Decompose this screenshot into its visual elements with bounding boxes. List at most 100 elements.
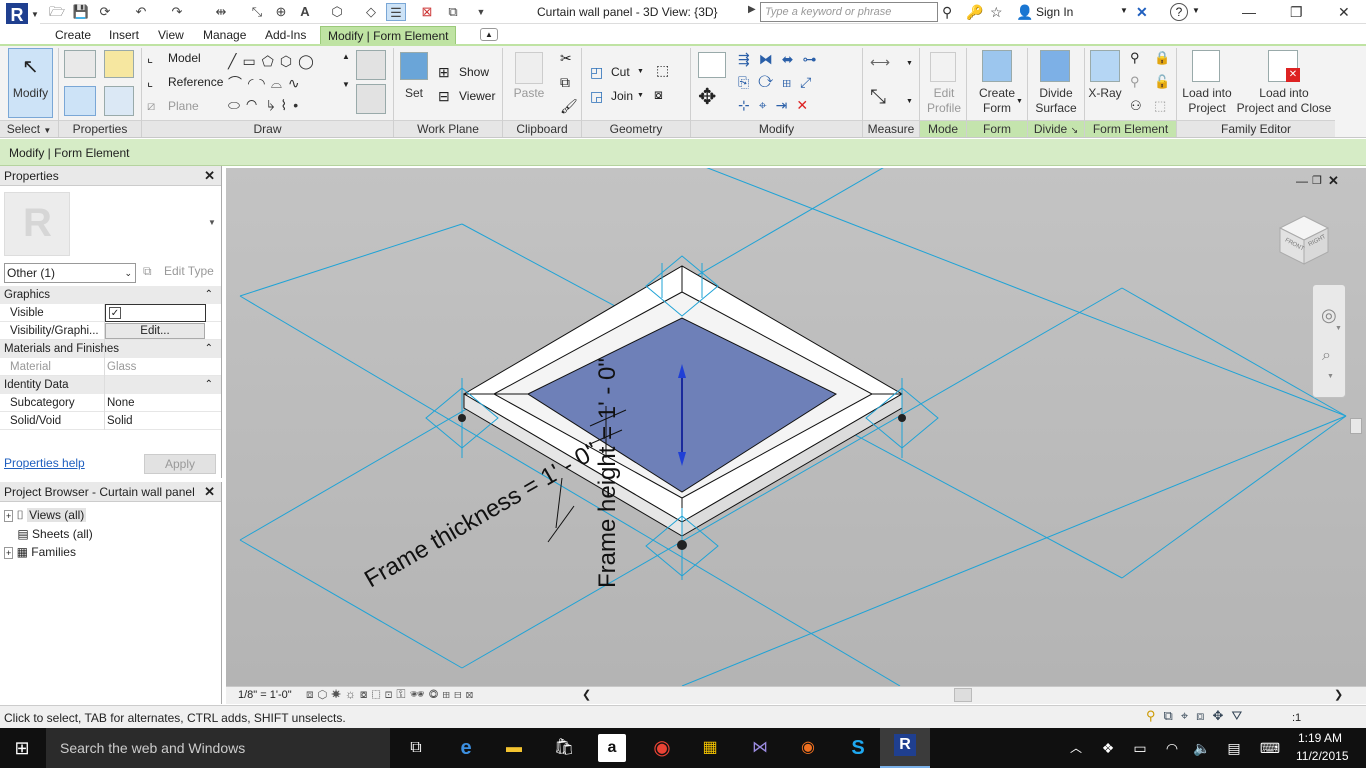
- ribbon-minimize-icon[interactable]: ▲: [480, 28, 498, 41]
- join-geometry-icon[interactable]: ◲: [590, 88, 603, 105]
- xray-button[interactable]: X-Ray: [1086, 86, 1124, 101]
- move-icon[interactable]: ✥: [698, 84, 716, 110]
- skype-icon[interactable]: S: [844, 734, 872, 762]
- chevron-down-icon[interactable]: ▼: [906, 98, 913, 105]
- customize-qat-icon[interactable]: ▼: [474, 3, 488, 21]
- amazon-icon[interactable]: a: [598, 734, 626, 762]
- horizontal-scrollbar-thumb[interactable]: [954, 688, 972, 702]
- help-icon[interactable]: ?: [1170, 3, 1188, 21]
- exchange-apps-icon[interactable]: ✕: [1136, 3, 1148, 21]
- draw-model-button[interactable]: Model: [168, 51, 201, 65]
- visual-studio-icon[interactable]: ⋈: [746, 734, 774, 762]
- undo-icon[interactable]: ↶: [132, 3, 150, 21]
- 3d-view-icon[interactable]: ⬡: [328, 3, 346, 21]
- wifi-icon[interactable]: ◠: [1158, 734, 1186, 762]
- revit-taskbar-button[interactable]: R: [880, 728, 930, 768]
- set-button[interactable]: Set: [398, 86, 430, 101]
- thin-lines-icon[interactable]: ☰: [386, 3, 406, 21]
- aligned-dimension-icon[interactable]: ⤡: [870, 86, 886, 109]
- chrome-icon[interactable]: ◉: [648, 734, 676, 762]
- family-category-icon[interactable]: [104, 86, 134, 116]
- 3d-viewport[interactable]: Frame thickness = 1' - 0" Frame height =…: [226, 168, 1366, 686]
- redo-icon[interactable]: ↷: [168, 3, 186, 21]
- clock-date[interactable]: 11/2/2015: [1296, 749, 1349, 763]
- add-edge-icon[interactable]: ⚲: [1130, 50, 1140, 66]
- divide-surface-label-2[interactable]: Surface: [1030, 101, 1082, 116]
- gallery-down-icon[interactable]: ▼: [342, 80, 350, 89]
- favorites-star-icon[interactable]: ☆: [990, 3, 1003, 21]
- keyboard-icon[interactable]: ⌨: [1256, 734, 1284, 762]
- load-into-project-label-1[interactable]: Load into: [1180, 86, 1234, 101]
- action-center-icon[interactable]: ▤: [1220, 734, 1248, 762]
- viewcube[interactable]: FRONT RIGHT: [1278, 212, 1330, 266]
- zoom-icon[interactable]: ⌕: [1322, 347, 1331, 365]
- view-controls[interactable]: ⧈⬡☀☼⧇⬚⊡⚿🕶◎⊞⊟⊠: [306, 687, 477, 702]
- chevron-down-icon[interactable]: ▼: [1335, 325, 1342, 332]
- close-icon[interactable]: ✕: [1338, 3, 1350, 21]
- match-properties-icon[interactable]: 🖌: [560, 98, 578, 115]
- lock-profile-icon[interactable]: 🔒: [1154, 50, 1170, 66]
- select-panel-label[interactable]: Select ▼: [0, 120, 58, 137]
- join-geometry-button[interactable]: Join: [611, 89, 633, 103]
- tag-icon[interactable]: ⊕: [272, 3, 290, 21]
- modify-button[interactable]: ↖ Modify: [8, 48, 53, 118]
- cut-geometry-icon[interactable]: ◰: [590, 64, 603, 81]
- load-and-close-label-2[interactable]: Project and Close: [1236, 101, 1332, 116]
- type-properties-icon[interactable]: [64, 50, 96, 78]
- cut-scissors-icon[interactable]: ✂: [560, 50, 572, 67]
- visibility-edit-button[interactable]: Edit...: [105, 323, 205, 339]
- view-scale[interactable]: 1/8" = 1'-0": [238, 689, 292, 701]
- unlock-profile-icon[interactable]: 🔓: [1154, 74, 1170, 90]
- tab-modify-form-element[interactable]: Modify | Form Element: [320, 26, 457, 44]
- dropbox-icon[interactable]: ❖: [1094, 734, 1122, 762]
- close-hidden-icon[interactable]: ⊠: [418, 3, 436, 21]
- prop-solidvoid-value[interactable]: Solid: [107, 412, 133, 430]
- taskbar-search-input[interactable]: Search the web and Windows: [46, 728, 390, 768]
- tree-item-views[interactable]: + ⌷ Views (all): [4, 506, 93, 525]
- prop-subcategory-value[interactable]: None: [107, 394, 135, 412]
- align-tool-icon[interactable]: [698, 52, 726, 78]
- chevron-down-icon[interactable]: ▼: [637, 92, 644, 99]
- show-button[interactable]: Show: [459, 65, 489, 79]
- tab-view[interactable]: View: [151, 26, 191, 44]
- reference-plane-icon[interactable]: [356, 84, 386, 114]
- edge-browser-icon[interactable]: e: [452, 734, 480, 762]
- chevron-down-icon[interactable]: ▼: [208, 218, 216, 227]
- open-icon[interactable]: 🗁: [48, 3, 66, 21]
- cut-geometry-button[interactable]: Cut: [611, 65, 630, 79]
- file-explorer-icon[interactable]: ▬: [500, 734, 528, 762]
- modify-tools-grid[interactable]: ⇶⧓⬌⊶ ⎘⟳⊞⤢ ⊹⌖⇥✕: [738, 48, 858, 118]
- chevron-down-icon[interactable]: ▼: [1120, 6, 1128, 15]
- dissolve-icon[interactable]: ⚇: [1130, 98, 1142, 114]
- chevron-down-icon[interactable]: ▼: [906, 60, 913, 67]
- divide-surface-label-1[interactable]: Divide: [1030, 86, 1082, 101]
- measure-icon[interactable]: ⤡: [248, 3, 266, 21]
- clock-time[interactable]: 1:19 AM: [1298, 731, 1342, 745]
- battery-icon[interactable]: ▭: [1126, 734, 1154, 762]
- draw-reference-button[interactable]: Reference: [168, 75, 223, 89]
- vertical-scrollbar-thumb[interactable]: [1350, 418, 1362, 434]
- restore-view-icon[interactable]: ❐: [1312, 174, 1322, 187]
- close-view-icon[interactable]: ✕: [1328, 173, 1339, 189]
- close-icon[interactable]: ✕: [204, 482, 215, 502]
- workplane-icon[interactable]: [356, 50, 386, 80]
- family-types-icon[interactable]: [104, 50, 134, 78]
- help-search-input[interactable]: Type a keyword or phrase: [760, 2, 938, 22]
- tab-create[interactable]: Create: [48, 26, 98, 44]
- scroll-left-icon[interactable]: ❮: [582, 688, 591, 701]
- chevron-down-icon[interactable]: ▼: [637, 68, 644, 75]
- tree-item-sheets[interactable]: ▤ Sheets (all): [4, 525, 92, 543]
- volume-icon[interactable]: 🔈: [1188, 734, 1216, 762]
- set-workplane-icon[interactable]: [400, 52, 428, 80]
- instance-filter-select[interactable]: Other (1) ⌄: [4, 263, 136, 283]
- task-view-icon[interactable]: ⧉: [402, 734, 430, 762]
- viewer-icon[interactable]: ⊟: [438, 88, 450, 105]
- scroll-right-icon[interactable]: ❯: [1334, 688, 1343, 701]
- app-grid-icon[interactable]: ▦: [696, 734, 724, 762]
- binoculars-icon[interactable]: ⚲: [942, 3, 952, 21]
- draw-tools-gallery[interactable]: ╱▭⬠⬡◯ ⌒◜◝⌓∿ ⬭◠↳⌇•: [228, 50, 340, 116]
- model-line-icon[interactable]: ⌞: [147, 50, 153, 66]
- store-icon[interactable]: 🛍: [550, 734, 578, 762]
- divide-surface-icon[interactable]: [1040, 50, 1070, 82]
- steering-wheel-icon[interactable]: ◎: [1321, 305, 1337, 326]
